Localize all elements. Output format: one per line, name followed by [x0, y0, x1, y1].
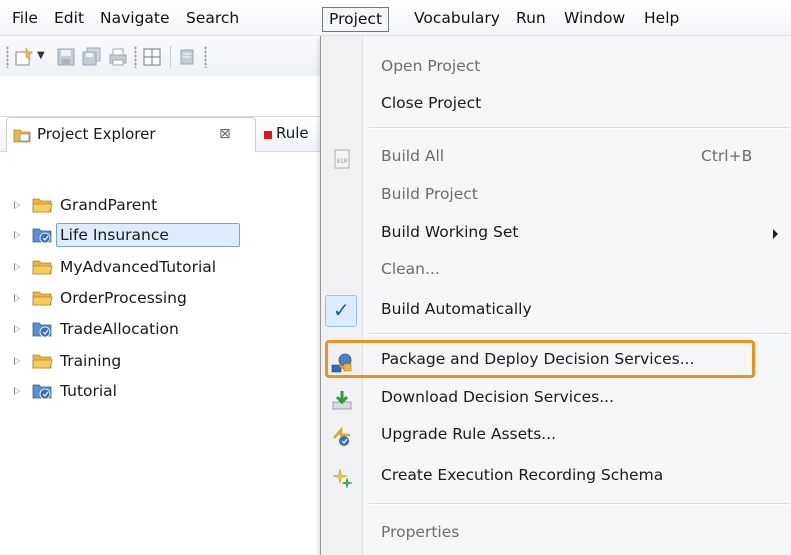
project-menu-dropdown: Open Project Close Project 010 Build All…	[320, 36, 791, 555]
menu-run[interactable]: Run	[512, 8, 550, 30]
menu-item-shortcut: Ctrl+B	[701, 147, 753, 165]
new-dropdown-icon[interactable]: ▼	[37, 50, 45, 61]
sparkle-icon	[332, 468, 353, 489]
expand-arrow-icon[interactable]	[14, 387, 20, 395]
menu-file[interactable]: File	[8, 8, 42, 30]
menu-item-label: Upgrade Rule Assets...	[381, 425, 557, 443]
menu-separator	[369, 127, 789, 129]
menu-item-label: Build All	[381, 147, 445, 165]
menu-item-label: Download Decision Services...	[381, 388, 615, 406]
menu-item-open-project[interactable]: Open Project	[321, 49, 791, 85]
save-icon[interactable]	[56, 47, 76, 67]
menu-project[interactable]: Project	[322, 7, 390, 32]
menu-item-build-all[interactable]: 010 Build All Ctrl+B	[321, 139, 791, 175]
toolbar-separator	[170, 46, 171, 68]
tree-item[interactable]: Life Insurance	[0, 222, 330, 248]
menu-item-clean[interactable]: Clean...	[321, 252, 791, 288]
menu-help[interactable]: Help	[640, 8, 683, 30]
menu-bar: File Edit Navigate Search Project Vocabu…	[0, 0, 791, 36]
tree-item-label: Tutorial	[60, 382, 117, 400]
svg-text:010: 010	[337, 158, 348, 165]
tree-item[interactable]: OrderProcessing	[0, 285, 330, 311]
menu-separator	[369, 333, 789, 335]
menu-item-label: Properties	[381, 523, 460, 541]
folder-icon	[32, 354, 53, 369]
menu-item-upgrade-rule-assets[interactable]: Upgrade Rule Assets...	[321, 417, 791, 453]
rule-project-icon	[32, 228, 52, 244]
build-all-icon: 010	[334, 149, 350, 169]
expand-arrow-icon[interactable]	[14, 201, 20, 209]
menu-item-label: Build Working Set	[381, 223, 519, 241]
menu-window[interactable]: Window	[560, 8, 629, 30]
expand-arrow-icon[interactable]	[14, 263, 20, 271]
tree-item-label: Training	[60, 352, 122, 370]
tab-project-explorer[interactable]: Project Explorer ⊠	[6, 117, 256, 152]
folder-icon	[32, 198, 53, 213]
tree-item[interactable]: Tutorial	[0, 378, 330, 404]
menu-item-label: Build Automatically	[381, 300, 532, 318]
menu-item-label: Build Project	[381, 185, 478, 203]
toolbar-grip-3[interactable]	[204, 46, 207, 68]
tree-item[interactable]: GrandParent	[0, 192, 330, 218]
tree-item-label: MyAdvancedTutorial	[60, 258, 217, 276]
rule-project-icon	[32, 384, 52, 400]
menu-item-package-deploy[interactable]: Package and Deploy Decision Services...	[321, 342, 791, 378]
tree-item[interactable]: TradeAllocation	[0, 316, 330, 342]
folder-icon	[32, 260, 53, 275]
menu-separator	[369, 503, 789, 505]
print-icon[interactable]	[108, 47, 128, 67]
menu-vocabulary[interactable]: Vocabulary	[410, 8, 504, 30]
tree-item[interactable]: MyAdvancedTutorial	[0, 254, 330, 280]
menu-item-label: Open Project	[381, 57, 481, 75]
tree-item-label: OrderProcessing	[60, 289, 187, 307]
tree-item[interactable]: Training	[0, 348, 330, 374]
toolbar-grip-2[interactable]	[134, 46, 137, 68]
tree-item-label: TradeAllocation	[60, 320, 179, 338]
save-all-icon[interactable]	[82, 47, 102, 67]
document-icon[interactable]	[178, 47, 198, 67]
expand-arrow-icon[interactable]	[14, 325, 20, 333]
expand-arrow-icon[interactable]	[14, 294, 20, 302]
menu-item-label: Close Project	[381, 94, 482, 112]
close-tab-icon[interactable]: ⊠	[219, 118, 231, 151]
menu-item-build-working-set[interactable]: Build Working Set	[321, 215, 791, 251]
menu-item-create-execution-recording-schema[interactable]: Create Execution Recording Schema	[321, 458, 791, 494]
menu-edit[interactable]: Edit	[50, 8, 88, 30]
tab-project-explorer-label: Project Explorer	[37, 125, 156, 143]
rule-project-icon	[32, 322, 52, 338]
menu-item-properties[interactable]: Properties	[321, 515, 791, 551]
menu-item-label: Create Execution Recording Schema	[381, 466, 664, 484]
download-icon	[332, 391, 352, 410]
view-tab-bar: Project Explorer ⊠ Rule	[0, 116, 330, 152]
new-wizard-icon[interactable]	[14, 47, 34, 67]
tree-item-label: Life Insurance	[60, 226, 169, 244]
menu-search[interactable]: Search	[182, 8, 243, 30]
main-toolbar: ▼	[0, 36, 330, 76]
expand-arrow-icon[interactable]	[14, 357, 20, 365]
menu-item-label: Package and Deploy Decision Services...	[381, 350, 695, 368]
rule-tab-icon	[264, 131, 272, 139]
folder-icon	[32, 291, 53, 306]
menu-item-build-project[interactable]: Build Project	[321, 177, 791, 213]
tab-rule[interactable]: Rule	[262, 117, 309, 152]
toolbar-grip[interactable]	[6, 46, 9, 68]
menu-item-close-project[interactable]: Close Project	[321, 86, 791, 122]
grid-icon[interactable]	[142, 47, 162, 67]
tab-rule-label: Rule	[276, 124, 309, 142]
submenu-arrow-icon	[773, 229, 778, 239]
menu-item-label: Clean...	[381, 260, 440, 278]
menu-navigate[interactable]: Navigate	[96, 8, 174, 30]
package-deploy-icon	[331, 353, 352, 373]
tree-item-label: GrandParent	[60, 196, 158, 214]
menu-item-build-automatically[interactable]: Build Automatically	[321, 292, 791, 328]
menu-item-download[interactable]: Download Decision Services...	[321, 380, 791, 416]
upgrade-icon	[333, 426, 350, 446]
expand-arrow-icon[interactable]	[14, 231, 20, 239]
project-explorer-icon	[13, 129, 31, 143]
